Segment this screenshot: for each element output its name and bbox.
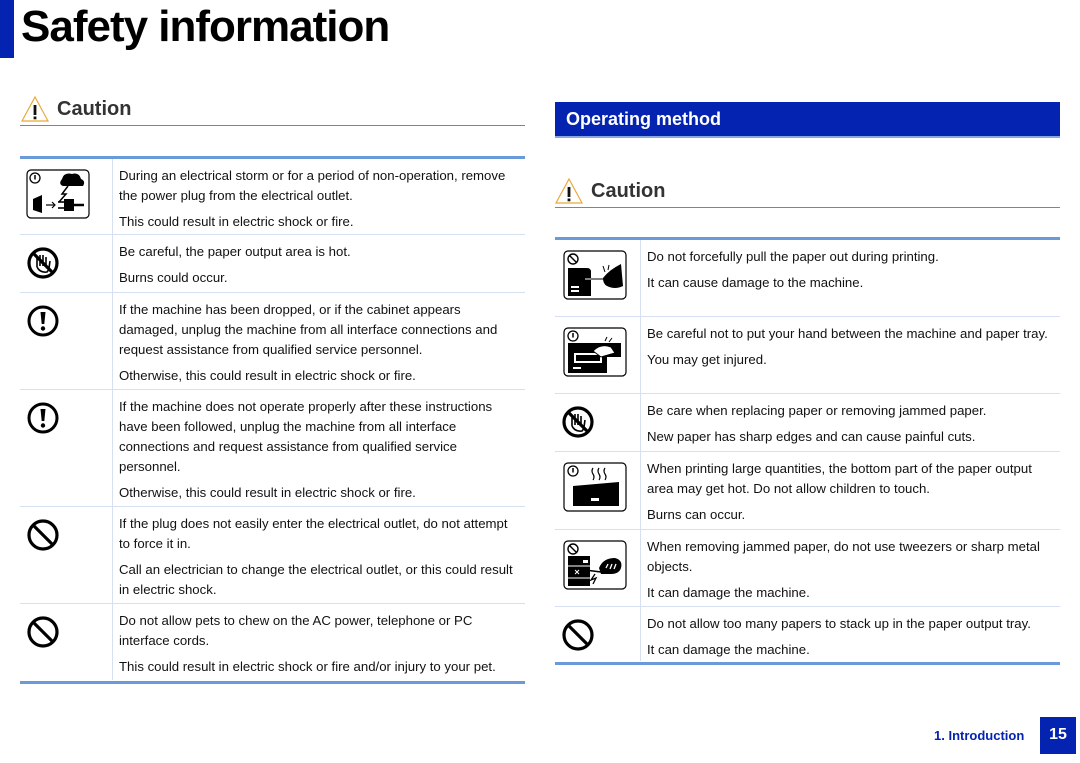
caution-row: Do not allow pets to chew on the AC powe… [20,604,525,680]
caution-row: Do not forcefully pull the paper out dur… [555,240,1060,317]
caution-instruction: When removing jammed paper, do not use t… [647,539,1040,574]
icon-cell [20,293,113,389]
caution-row: When removing jammed paper, do not use t… [555,530,1060,607]
warning-triangle-icon [555,178,583,204]
caution-row: If the plug does not easily enter the el… [20,507,525,604]
caution-instruction: Do not allow pets to chew on the AC powe… [119,613,473,648]
icon-cell [20,390,113,506]
caution-text: If the machine has been dropped, or if t… [119,300,521,392]
caution-instruction: If the plug does not easily enter the el… [119,516,508,551]
table-bottom-rule-left [20,681,525,684]
caution-consequence: Burns could occur. [119,270,228,285]
caution-label: Caution [57,97,132,120]
caution-row: If the machine has been dropped, or if t… [20,293,525,390]
no-tweezers-icon [563,540,627,590]
exclamation-circle-icon [27,305,59,337]
caution-text: Be care when replacing paper or removing… [647,401,1056,453]
caution-table-right: Do not forcefully pull the paper out dur… [555,240,1060,662]
caution-consequence: Otherwise, this could result in electric… [119,485,416,500]
caution-instruction: Do not forcefully pull the paper out dur… [647,249,939,264]
caution-instruction: Be care when replacing paper or removing… [647,403,987,418]
caution-text: Do not allow too many papers to stack up… [647,614,1056,666]
caution-consequence: Otherwise, this could result in electric… [119,368,416,383]
caution-consequence: Burns can occur. [647,507,746,522]
caution-row: During an electrical storm or for a peri… [20,159,525,235]
caution-heading-right: Caution [555,178,665,204]
no-touch-hand-icon [562,406,594,438]
caution-text: Be careful not to put your hand between … [647,324,1056,376]
exclamation-circle-icon [27,402,59,434]
icon-cell [555,394,641,451]
caution-text: During an electrical storm or for a peri… [119,166,521,238]
no-pull-paper-icon [563,250,627,300]
caution-instruction: During an electrical storm or for a peri… [119,168,506,203]
page-number-badge: 15 [1040,717,1076,754]
icon-cell [555,530,641,606]
hand-in-tray-icon [563,327,627,377]
caution-consequence: New paper has sharp edges and can cause … [647,429,976,444]
caution-row: Be careful not to put your hand between … [555,317,1060,394]
prohibited-icon [27,519,59,551]
caution-consequence: It can damage the machine. [647,642,810,657]
caution-instruction: Be careful not to put your hand between … [647,326,1048,341]
caution-instruction: If the machine does not operate properly… [119,399,493,474]
warning-triangle-icon [21,96,49,122]
caution-row: Be careful, the paper output area is hot… [20,235,525,293]
caution-table-left: During an electrical storm or for a peri… [20,159,525,681]
caution-text: Be careful, the paper output area is hot… [119,242,521,294]
caution-row: Be care when replacing paper or removing… [555,394,1060,452]
icon-cell [555,452,641,529]
icon-cell [20,235,113,292]
prohibited-icon [562,619,594,651]
table-bottom-rule-right [555,662,1060,665]
caution-consequence: This could result in electric shock or f… [119,659,496,674]
icon-cell [555,317,641,393]
caution-text: If the plug does not easily enter the el… [119,514,521,606]
caution-consequence: This could result in electric shock or f… [119,214,354,229]
icon-cell [20,507,113,603]
caution-text: When removing jammed paper, do not use t… [647,537,1056,609]
page-title: Safety information [21,2,390,51]
caution-heading-left: Caution [21,96,131,122]
section-header-operating-method: Operating method [555,102,1060,138]
caution-text: Do not allow pets to chew on the AC powe… [119,611,521,683]
caution-instruction: Be careful, the paper output area is hot… [119,244,351,259]
caution-consequence: It can damage the machine. [647,585,810,600]
caution-instruction: When printing large quantities, the bott… [647,461,1032,496]
caution-instruction: Do not allow too many papers to stack up… [647,616,1031,631]
caution-instruction: If the machine has been dropped, or if t… [119,302,498,357]
caution-rule-right [555,207,1060,208]
caution-rule-left [20,125,525,126]
icon-cell [555,607,641,661]
icon-cell [20,159,113,234]
caution-text: When printing large quantities, the bott… [647,459,1056,531]
title-accent-bar [0,0,14,58]
caution-consequence: Call an electrician to change the electr… [119,562,513,597]
caution-row: Do not allow too many papers to stack up… [555,607,1060,661]
caution-text: Do not forcefully pull the paper out dur… [647,247,1056,299]
hot-output-icon [563,462,627,512]
no-touch-hand-icon [27,247,59,279]
caution-row: When printing large quantities, the bott… [555,452,1060,530]
prohibited-icon [27,616,59,648]
caution-consequence: It can cause damage to the machine. [647,275,864,290]
caution-label: Caution [591,179,666,202]
icon-cell [555,240,641,316]
caution-consequence: You may get injured. [647,352,767,367]
storm-unplug-icon [26,169,90,219]
caution-text: If the machine does not operate properly… [119,397,521,509]
caution-row: If the machine does not operate properly… [20,390,525,507]
footer-section-link[interactable]: 1. Introduction [934,728,1024,743]
icon-cell [20,604,113,680]
